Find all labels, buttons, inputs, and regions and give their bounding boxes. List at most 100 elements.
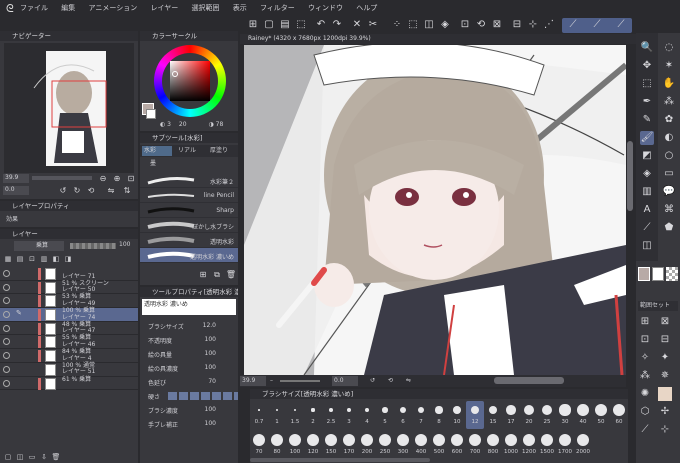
sub-tool-group[interactable]: 墨 xyxy=(142,159,236,169)
undo-icon[interactable]: ↶ xyxy=(314,18,328,32)
transparent-chip[interactable] xyxy=(666,267,678,281)
opacity-row[interactable]: 不透明度 100 xyxy=(140,333,238,347)
new-raster-layer-icon[interactable]: ▢ xyxy=(2,451,14,463)
hand-icon[interactable]: ✋ xyxy=(662,77,676,91)
brush-size-row[interactable]: ブラシサイズ 12.0 xyxy=(140,319,238,333)
redo-icon[interactable]: ↷ xyxy=(330,18,344,32)
tab-thick[interactable]: 厚塗り xyxy=(208,146,238,156)
brush-size-option[interactable]: 600 xyxy=(448,431,466,459)
merge-icon[interactable]: ⇩ xyxy=(38,451,50,463)
transform-icon[interactable]: ⊡ xyxy=(458,18,472,32)
canvas-zoom-slider[interactable] xyxy=(280,380,320,382)
menu-animation[interactable]: アニメーション xyxy=(88,4,137,12)
brush-size-option[interactable]: 2.5 xyxy=(322,401,340,429)
zoom-minus-icon[interactable]: – xyxy=(270,375,273,387)
copy-brush-icon[interactable]: ⧉ xyxy=(210,268,224,282)
main-color-chip[interactable] xyxy=(638,267,650,281)
open-icon[interactable]: ▤ xyxy=(278,18,292,32)
brush-size-scrollbar[interactable] xyxy=(250,458,430,462)
palette-icon[interactable]: ◨ xyxy=(62,253,74,265)
blend-mode-select[interactable]: 乗算 xyxy=(14,241,64,251)
new-vector-layer-icon[interactable]: ◫ xyxy=(14,451,26,463)
brush-item-selected[interactable]: 透明水彩 濃いめ xyxy=(140,248,238,263)
visibility-icon[interactable] xyxy=(3,352,10,360)
text-tool-icon[interactable]: A xyxy=(640,203,654,217)
figure-icon[interactable]: ⬟ xyxy=(662,221,676,235)
sub-icon-10[interactable] xyxy=(658,387,672,401)
navigator-preview[interactable] xyxy=(4,43,134,173)
layer-row[interactable]: 61 % 乗算 xyxy=(0,376,138,391)
brush-size-option[interactable]: 100 xyxy=(286,431,304,459)
brush-size-option[interactable]: 1000 xyxy=(502,431,520,459)
brush-size-option[interactable]: 200 xyxy=(358,431,376,459)
menu-file[interactable]: ファイル xyxy=(20,4,48,12)
canvas-h-scrollbar[interactable] xyxy=(494,377,564,384)
nav-zoom-slider[interactable] xyxy=(32,176,92,180)
sub-icon-3[interactable]: ⊡ xyxy=(638,333,652,347)
decoration-icon[interactable]: ✿ xyxy=(662,113,676,127)
sub-icon-11[interactable]: ⬡ xyxy=(638,405,652,419)
menu-filter[interactable]: フィルター xyxy=(260,4,295,12)
brush-size-option[interactable]: 700 xyxy=(466,431,484,459)
menu-selection[interactable]: 選択範囲 xyxy=(191,4,219,12)
cut-icon[interactable]: ✂ xyxy=(366,18,380,32)
brush-size-option[interactable]: 25 xyxy=(538,401,556,429)
brush-size-option[interactable]: 2 xyxy=(304,401,322,429)
delete-brush-icon[interactable]: 🗑 xyxy=(224,268,238,282)
perspective-icon[interactable]: ⋰ xyxy=(542,18,556,32)
visibility-icon[interactable] xyxy=(3,311,10,319)
brush-size-option[interactable]: 300 xyxy=(394,431,412,459)
shape-icon[interactable]: ○ xyxy=(662,149,676,163)
flip-v-icon[interactable]: ⇅ xyxy=(120,184,134,198)
visibility-icon[interactable] xyxy=(3,338,10,346)
rotate-canvas-icon[interactable]: ↺ xyxy=(370,375,375,387)
sub-icon-2[interactable]: ⊠ xyxy=(658,315,672,329)
nav-zoom-field[interactable]: 39.9 xyxy=(3,174,29,183)
sub-icon-9[interactable]: ✺ xyxy=(638,387,652,401)
visibility-icon[interactable] xyxy=(3,283,10,291)
brush-size-option[interactable]: 400 xyxy=(412,431,430,459)
brush-size-option[interactable]: 2000 xyxy=(574,431,592,459)
visibility-icon[interactable] xyxy=(3,297,10,305)
layer-row[interactable]: レイヤー 71 xyxy=(0,267,138,281)
sub-icon-1[interactable]: ⊞ xyxy=(638,315,652,329)
new-folder-icon[interactable]: ▭ xyxy=(26,451,38,463)
hardness-row[interactable]: 硬さ xyxy=(140,389,238,403)
brush-item[interactable]: 水彩筆２ xyxy=(140,173,238,188)
flip-canvas-icon[interactable]: ⇋ xyxy=(406,375,411,387)
brush-size-option[interactable]: 80 xyxy=(268,431,286,459)
sub-icon-5[interactable]: ✧ xyxy=(638,351,652,365)
save-icon[interactable]: ⬚ xyxy=(294,18,308,32)
sub-icon-6[interactable]: ✦ xyxy=(658,351,672,365)
visibility-icon[interactable] xyxy=(3,379,10,387)
brush-size-option[interactable]: 40 xyxy=(574,401,592,429)
visibility-icon[interactable] xyxy=(3,365,10,373)
sub-icon-7[interactable]: ⁂ xyxy=(638,369,652,383)
visibility-icon[interactable] xyxy=(3,324,10,332)
rotate-icon[interactable]: ⟲ xyxy=(474,18,488,32)
color-stretch-row[interactable]: 色延び 70 xyxy=(140,375,238,389)
brush-size-option[interactable]: 250 xyxy=(376,431,394,459)
brush-size-option[interactable]: 70 xyxy=(250,431,268,459)
saturation-value-square[interactable] xyxy=(170,61,210,101)
brush-tool-icon[interactable]: 🖌 xyxy=(640,131,654,145)
brush-size-option[interactable]: 50 xyxy=(592,401,610,429)
brush-item[interactable]: ぼかし水ブラシ xyxy=(140,218,238,233)
menu-help[interactable]: ヘルプ xyxy=(356,4,377,12)
brush-size-option[interactable]: 1700 xyxy=(556,431,574,459)
brush-size-option[interactable]: 0.7 xyxy=(250,401,268,429)
visibility-icon[interactable] xyxy=(3,270,10,277)
brush-size-option[interactable]: 15 xyxy=(484,401,502,429)
correction-icon[interactable]: ⌘ xyxy=(662,203,676,217)
canvas-angle-field[interactable]: 0.0 xyxy=(332,376,358,386)
app-logo-icon[interactable]: ᘓ xyxy=(6,0,14,17)
menu-edit[interactable]: 編集 xyxy=(61,4,75,12)
snap-grid-icon[interactable]: ⟋ xyxy=(614,18,628,32)
brush-density-row[interactable]: ブラシ濃度 100 xyxy=(140,403,238,417)
magic-wand-icon[interactable]: ✶ xyxy=(662,59,676,73)
clear-icon[interactable]: ✕ xyxy=(350,18,364,32)
stabilization-row[interactable]: 手ブレ補正 100 xyxy=(140,417,238,431)
brush-size-option[interactable]: 20 xyxy=(520,401,538,429)
fill-icon[interactable]: ◈ xyxy=(438,18,452,32)
reference-icon[interactable]: ⊡ xyxy=(26,253,38,265)
